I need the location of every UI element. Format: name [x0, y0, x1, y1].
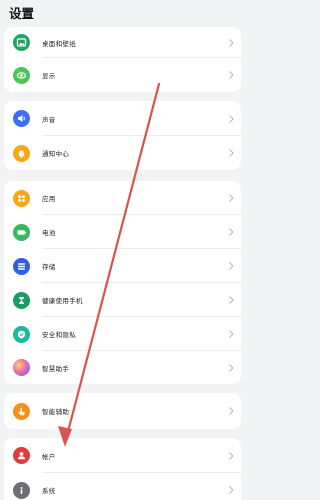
- chevron-right-icon: [229, 262, 234, 270]
- setting-storage[interactable]: 存储: [4, 249, 241, 283]
- setting-label: 电池: [42, 229, 56, 237]
- chevron-right-icon: [229, 407, 234, 415]
- setting-account[interactable]: 帐户: [4, 438, 241, 473]
- settings-group-account: 帐户 系统: [4, 438, 241, 500]
- settings-group-display: 桌面和壁纸 显示: [4, 27, 241, 92]
- settings-group-sound: 声音 通知中心: [4, 101, 241, 170]
- chevron-right-icon: [229, 71, 234, 79]
- chevron-right-icon: [229, 228, 234, 236]
- info-icon: [13, 481, 30, 499]
- chevron-right-icon: [229, 451, 234, 460]
- chevron-right-icon: [229, 296, 234, 304]
- setting-label: 智慧助手: [42, 364, 70, 373]
- setting-label: 显示: [42, 72, 56, 80]
- setting-label: 帐户: [42, 452, 56, 461]
- account-icon: [13, 447, 30, 464]
- setting-apps[interactable]: 应用: [4, 181, 241, 215]
- page-title: 设置: [9, 6, 35, 21]
- setting-label: 桌面和壁纸: [42, 39, 76, 48]
- chevron-right-icon: [229, 486, 234, 494]
- hourglass-icon: [13, 291, 30, 309]
- setting-label: 安全和隐私: [42, 331, 76, 339]
- display-icon: [13, 66, 30, 84]
- setting-sound[interactable]: 声音: [4, 101, 241, 136]
- setting-system[interactable]: 系统: [4, 473, 241, 500]
- chevron-right-icon: [229, 38, 234, 47]
- chevron-right-icon: [229, 149, 234, 157]
- setting-digital-health[interactable]: 健康使用手机: [4, 283, 241, 317]
- setting-battery[interactable]: 电池: [4, 215, 241, 249]
- chevron-right-icon: [229, 363, 234, 372]
- setting-label: 智能辅助: [42, 408, 70, 416]
- settings-group-apps: 应用 电池 存储 健康使用手机 安全和隐私 智慧助手: [4, 181, 241, 384]
- wallpaper-icon: [13, 34, 30, 51]
- setting-display[interactable]: 显示: [4, 58, 241, 92]
- setting-label: 存储: [42, 263, 56, 271]
- setting-label: 健康使用手机: [42, 297, 83, 305]
- hand-icon: [13, 402, 30, 420]
- setting-accessibility[interactable]: 智能辅助: [4, 393, 241, 429]
- setting-security[interactable]: 安全和隐私: [4, 317, 241, 351]
- chevron-right-icon: [229, 114, 234, 123]
- setting-notification[interactable]: 通知中心: [4, 136, 241, 170]
- setting-label: 声音: [42, 115, 56, 124]
- chevron-right-icon: [229, 194, 234, 202]
- notification-bell-icon: [13, 144, 30, 162]
- shield-icon: [13, 325, 30, 343]
- chevron-right-icon: [229, 330, 234, 338]
- battery-icon: [13, 223, 30, 241]
- apps-grid-icon: [13, 189, 30, 207]
- sound-icon: [13, 110, 30, 127]
- settings-group-accessibility: 智能辅助: [4, 393, 241, 429]
- setting-label: 通知中心: [42, 150, 70, 158]
- setting-wallpaper[interactable]: 桌面和壁纸: [4, 27, 241, 58]
- storage-icon: [13, 257, 30, 275]
- setting-assistant[interactable]: 智慧助手: [4, 351, 241, 384]
- setting-label: 应用: [42, 195, 56, 203]
- smart-assistant-icon: [13, 359, 30, 376]
- setting-label: 系统: [42, 487, 56, 495]
